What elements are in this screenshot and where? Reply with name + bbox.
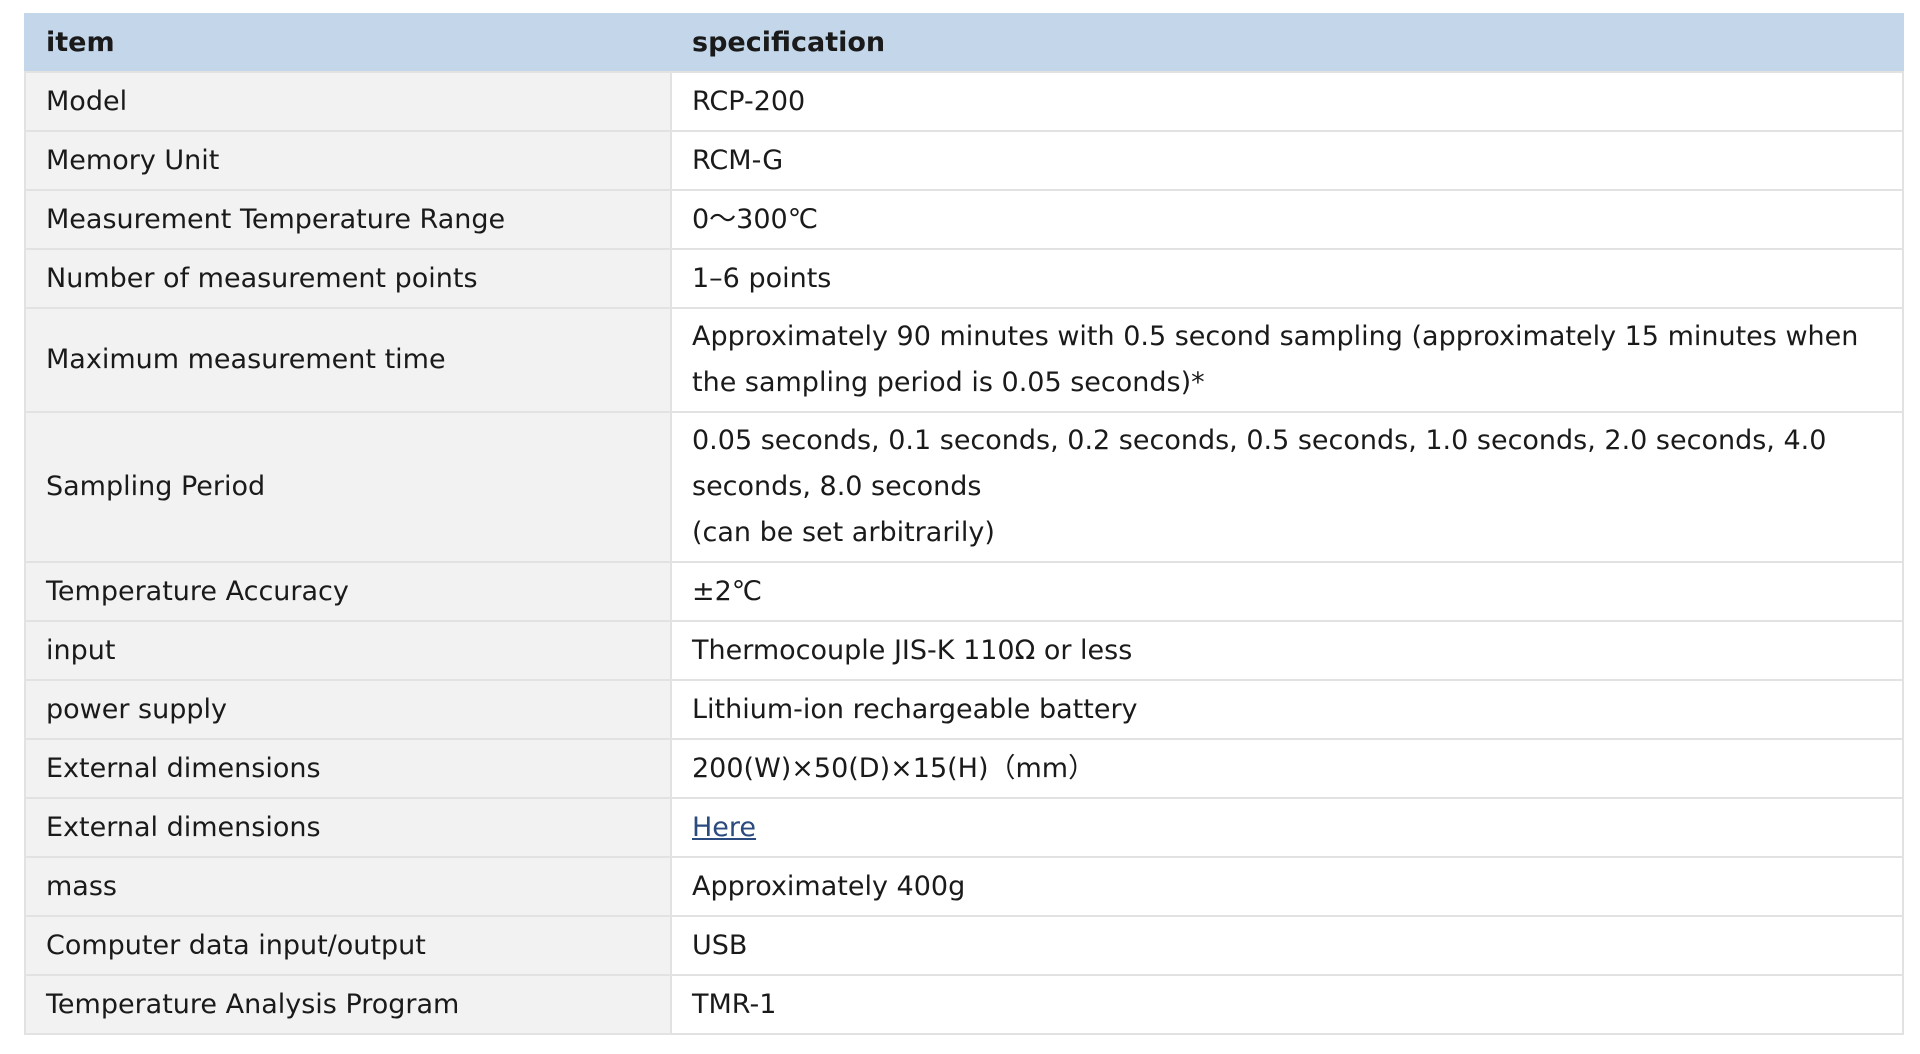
table-row: Temperature Accuracy ±2℃: [24, 561, 1904, 622]
row-spec-cell: 1–6 points: [670, 248, 1904, 309]
row-spec-cell: 0.05 seconds, 0.1 seconds, 0.2 seconds, …: [670, 411, 1904, 563]
header-specification: specification: [670, 13, 1904, 73]
table-header: item specification: [24, 13, 1904, 73]
row-spec-cell: Here: [670, 797, 1904, 858]
table-row: Sampling Period 0.05 seconds, 0.1 seconds…: [24, 411, 1904, 563]
table-row: External dimensions Here: [24, 797, 1904, 858]
table-row: Memory Unit RCM-G: [24, 130, 1904, 191]
specification-table: item specification Model RCP-200 Memory Un…: [24, 13, 1904, 1035]
row-spec-cell: Lithium-ion rechargeable battery: [670, 679, 1904, 740]
spec-line: Approximately 400g: [692, 870, 966, 902]
table-row: input Thermocouple JIS-K 110Ω or less: [24, 620, 1904, 681]
table-row: External dimensions 200(W)×50(D)×15(H)（mm…: [24, 738, 1904, 799]
row-item-cell: power supply: [24, 679, 672, 740]
row-item-cell: External dimensions: [24, 738, 672, 799]
table-row: Model RCP-200: [24, 71, 1904, 132]
table-row: Number of measurement points 1–6 points: [24, 248, 1904, 309]
row-spec-cell: USB: [670, 915, 1904, 976]
row-item-cell: External dimensions: [24, 797, 672, 858]
row-spec-cell: Approximately 400g: [670, 856, 1904, 917]
row-item-cell: input: [24, 620, 672, 681]
row-spec-cell: ±2℃: [670, 561, 1904, 622]
spec-line: Approximately 90 minutes with 0.5 second…: [692, 321, 1859, 352]
row-item-cell: Maximum measurement time: [24, 307, 672, 413]
header-item: item: [24, 13, 672, 73]
table-row: Maximum measurement time Approximately 90…: [24, 307, 1904, 413]
spec-line: 200(W)×50(D)×15(H)（mm）: [692, 752, 1096, 784]
external-dimensions-link[interactable]: Here: [692, 812, 756, 843]
row-item-cell: Temperature Accuracy: [24, 561, 672, 622]
table-row: Computer data input/output USB: [24, 915, 1904, 976]
table-row: Measurement Temperature Range 0～300℃: [24, 189, 1904, 250]
spec-line: RCM-G: [692, 144, 784, 176]
spec-line: RCP-200: [692, 85, 806, 117]
table-body: Model RCP-200 Memory Unit RCM-G Measurement …: [24, 71, 1904, 1035]
row-spec-cell: RCP-200: [670, 71, 1904, 132]
spec-line: TMR-1: [692, 988, 777, 1020]
row-item-cell: Temperature Analysis Program: [24, 974, 672, 1035]
header-row: item specification: [24, 13, 1904, 73]
spec-line: seconds, 8.0 seconds: [692, 471, 982, 502]
spec-table-container: item specification Model RCP-200 Memory Un…: [24, 13, 1904, 1035]
table-row: Temperature Analysis Program TMR-1: [24, 974, 1904, 1035]
row-spec-cell: 0～300℃: [670, 189, 1904, 250]
spec-line: USB: [692, 929, 748, 961]
spec-line: ±2℃: [692, 575, 763, 607]
table-row: power supply Lithium-ion rechargeable bat…: [24, 679, 1904, 740]
spec-line: Lithium-ion rechargeable battery: [692, 693, 1138, 725]
spec-line: Thermocouple JIS-K 110Ω or less: [692, 634, 1133, 666]
spec-line: (can be set arbitrarily): [692, 517, 995, 548]
table-row: mass Approximately 400g: [24, 856, 1904, 917]
row-spec-cell: Approximately 90 minutes with 0.5 second…: [670, 307, 1904, 413]
row-item-cell: Sampling Period: [24, 411, 672, 563]
row-item-cell: Measurement Temperature Range: [24, 189, 672, 250]
spec-line: 0.05 seconds, 0.1 seconds, 0.2 seconds, …: [692, 425, 1827, 456]
spec-line: 0～300℃: [692, 203, 819, 235]
row-item-cell: mass: [24, 856, 672, 917]
row-item-cell: Memory Unit: [24, 130, 672, 191]
row-item-cell: Computer data input/output: [24, 915, 672, 976]
spec-line: 1–6 points: [692, 262, 832, 294]
row-spec-cell: 200(W)×50(D)×15(H)（mm）: [670, 738, 1904, 799]
row-spec-cell: RCM-G: [670, 130, 1904, 191]
row-item-cell: Number of measurement points: [24, 248, 672, 309]
row-item-cell: Model: [24, 71, 672, 132]
spec-line: the sampling period is 0.05 seconds)*: [692, 367, 1205, 398]
row-spec-cell: TMR-1: [670, 974, 1904, 1035]
row-spec-cell: Thermocouple JIS-K 110Ω or less: [670, 620, 1904, 681]
